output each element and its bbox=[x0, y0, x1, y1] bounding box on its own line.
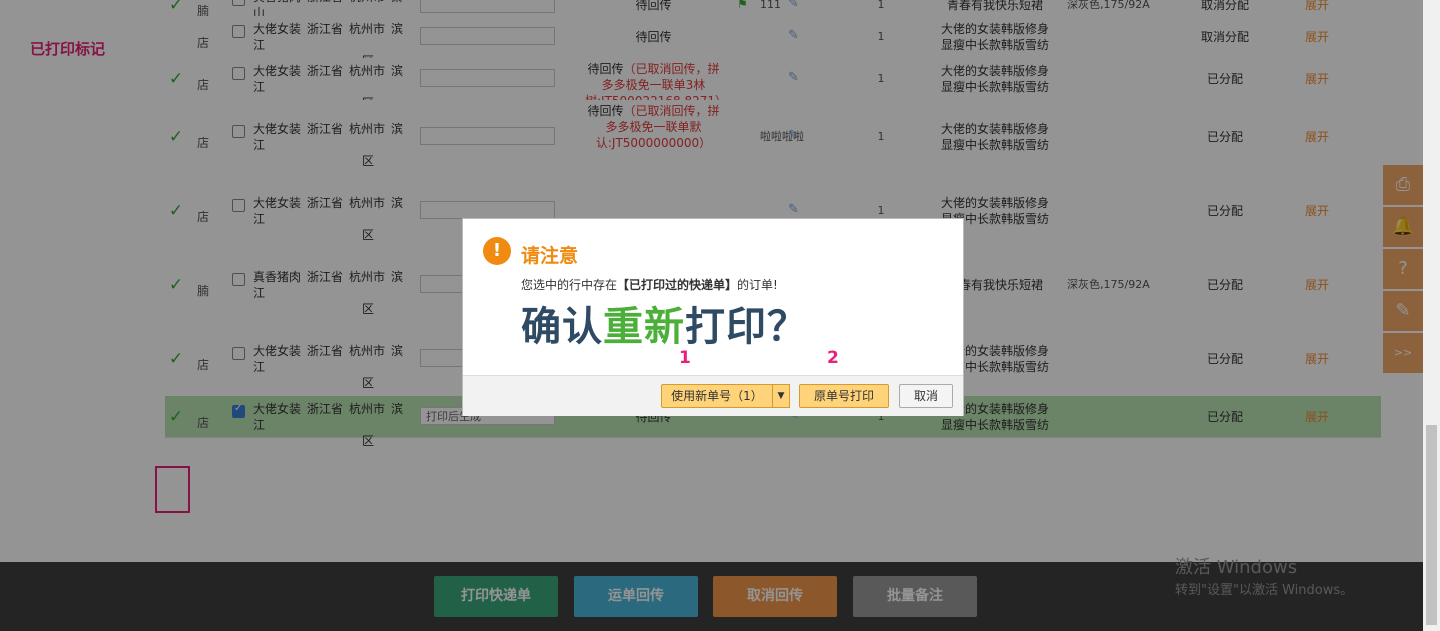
vertical-scrollbar[interactable] bbox=[1423, 0, 1440, 631]
page-root: 已打印标记 ✓腩真香猪肉浙江省杭州市萧山区待回传⚑111✎1青春有我快乐短裙深灰… bbox=[0, 0, 1440, 631]
original-number-print-button[interactable]: 原单号打印 bbox=[799, 384, 889, 408]
warning-icon: ! bbox=[483, 237, 511, 265]
chevron-down-icon[interactable]: ▼ bbox=[772, 384, 790, 408]
dialog-message: 您选中的行中存在【已打印过的快递单】的订单! bbox=[521, 278, 778, 292]
dialog-headline: 确认重新打印？ bbox=[521, 304, 808, 350]
annotation-1: 1 bbox=[679, 348, 691, 368]
reprint-confirm-dialog: ! 请注意 您选中的行中存在【已打印过的快递单】的订单! 确认重新打印？ 1 2… bbox=[462, 218, 964, 416]
scroll-thumb[interactable] bbox=[1426, 425, 1437, 625]
annotation-2: 2 bbox=[827, 348, 839, 368]
use-new-number-button[interactable]: 使用新单号（1） bbox=[661, 384, 773, 408]
dialog-title: 请注意 bbox=[521, 245, 579, 267]
cancel-button[interactable]: 取消 bbox=[899, 384, 953, 408]
